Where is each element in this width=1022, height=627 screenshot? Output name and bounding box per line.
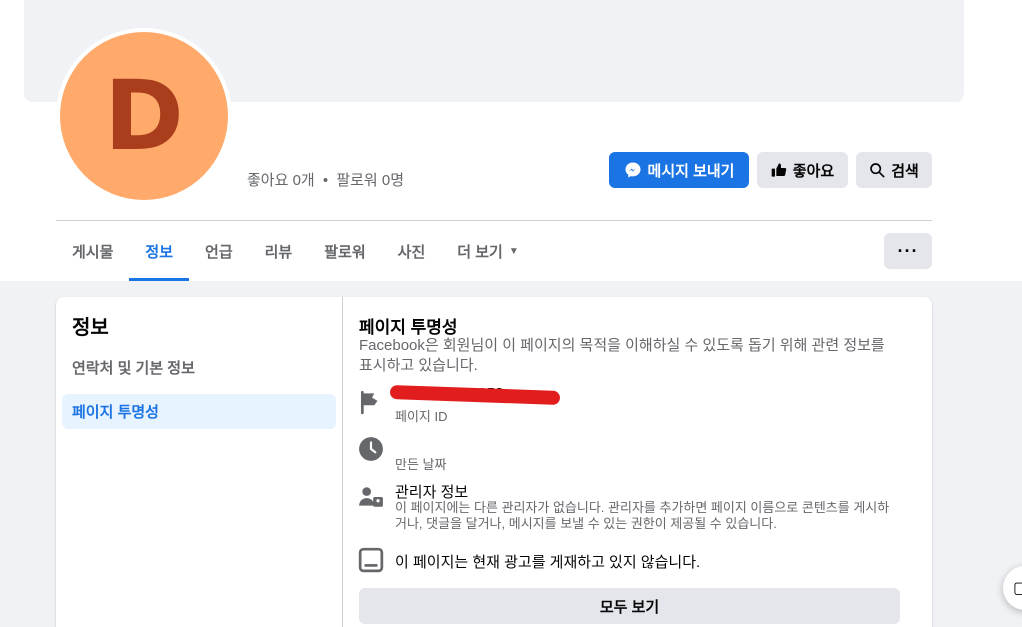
search-button[interactable]: 검색 — [856, 152, 932, 188]
caret-down-icon: ▼ — [508, 246, 519, 257]
tab-about[interactable]: 정보 — [129, 222, 189, 281]
nav-contact-info[interactable]: 연락처 및 기본 정보 — [62, 350, 336, 385]
avatar: D — [60, 32, 228, 200]
see-all-button[interactable]: 모두 보기 — [359, 588, 900, 624]
page-id-label: 페이지 ID — [395, 409, 448, 424]
profile-picture[interactable]: D — [56, 28, 232, 204]
more-options-button[interactable]: ··· — [884, 233, 932, 269]
about-card: 정보 연락처 및 기본 정보 페이지 투명성 페이지 투명성 Facebook은… — [56, 297, 932, 627]
about-title: 정보 — [72, 317, 109, 339]
tab-label: 정보 — [145, 244, 174, 261]
tab-label: 더 보기 — [457, 244, 503, 261]
tab-label: 리뷰 — [264, 244, 293, 261]
nav-page-transparency[interactable]: 페이지 투명성 — [62, 394, 336, 429]
flag-icon — [360, 390, 378, 415]
header-divider — [56, 220, 932, 221]
likes-count[interactable]: 좋아요 0개 — [247, 172, 315, 189]
ads-status-text: 이 페이지는 현재 광고를 게재하고 있지 않습니다. — [395, 554, 701, 571]
like-button[interactable]: 좋아요 — [757, 152, 848, 188]
message-button[interactable]: 메시지 보내기 — [609, 152, 749, 188]
about-sidebar: 정보 연락처 및 기본 정보 페이지 투명성 — [56, 297, 343, 627]
transparency-description: Facebook은 회원님이 이 페이지의 목적을 이해하실 수 있도록 돕기 … — [359, 337, 885, 374]
tab-posts[interactable]: 게시물 — [56, 222, 129, 281]
created-date-label: 만든 날짜 — [395, 457, 447, 472]
search-button-label: 검색 — [891, 162, 919, 180]
search-icon — [870, 163, 885, 178]
admin-info-description: 이 페이지에는 다른 관리자가 없습니다. 관리자를 추가하면 페이지 이름으로… — [395, 500, 890, 531]
tab-label: 게시물 — [72, 244, 114, 261]
tab-photos[interactable]: 사진 — [382, 222, 442, 281]
tab-mentions[interactable]: 언급 — [189, 222, 249, 281]
avatar-letter: D — [104, 60, 184, 172]
tab-followers[interactable]: 팔로워 — [308, 222, 381, 281]
message-button-label: 메시지 보내기 — [647, 162, 735, 180]
transparency-panel: 페이지 투명성 Facebook은 회원님이 이 페이지의 목적을 이해하실 수… — [343, 297, 932, 627]
tab-label: 팔로워 — [324, 244, 366, 261]
thumbs-up-icon — [771, 163, 787, 177]
tab-more[interactable]: 더 보기 ▼ — [441, 222, 534, 281]
ads-icon — [358, 547, 384, 573]
stats-separator: • — [322, 172, 329, 189]
admin-info-title: 관리자 정보 — [395, 484, 469, 501]
tab-label: 사진 — [397, 244, 426, 261]
chat-bubble-button[interactable]: ▢ — [1003, 566, 1022, 610]
chat-icon: ▢ — [1013, 580, 1022, 597]
messenger-icon — [625, 162, 641, 178]
clock-icon — [359, 437, 383, 461]
transparency-title: 페이지 투명성 — [359, 318, 458, 337]
like-button-label: 좋아요 — [792, 162, 835, 180]
followers-count[interactable]: 팔로워 0명 — [336, 172, 404, 189]
tab-label: 언급 — [205, 244, 233, 261]
page-stats: 좋아요 0개 • 팔로워 0명 — [247, 169, 404, 190]
page-tabs: 게시물 정보 언급 리뷰 팔로워 사진 더 보기 ▼ — [56, 222, 535, 281]
tab-reviews[interactable]: 리뷰 — [249, 222, 309, 281]
admin-icon — [359, 487, 383, 507]
page-header: D 좋아요 0개 • 팔로워 0명 메시지 보내기 좋아요 검색 게시물 정보 … — [0, 0, 1022, 281]
